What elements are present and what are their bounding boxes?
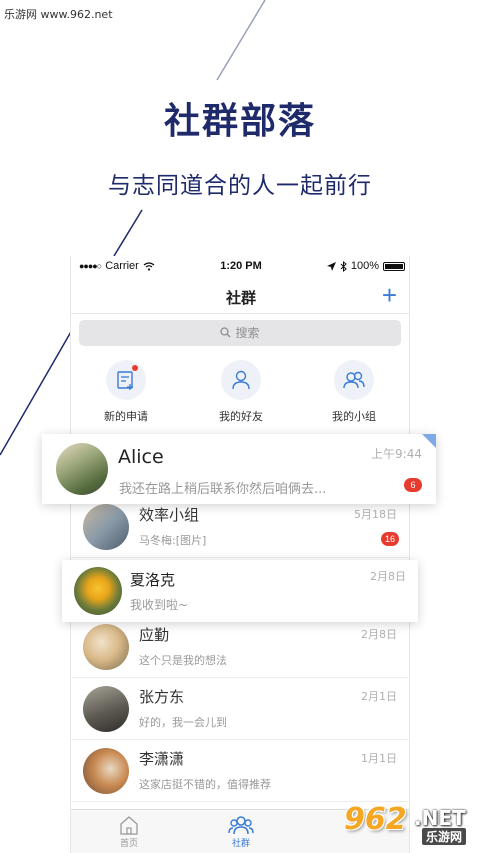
conversation-name: 效率小组 [139,506,200,524]
watermark-number: 962 [344,802,407,837]
conversation-row[interactable]: 应勤 这个只是我的想法 2月8日 [71,616,409,678]
corner-triangle [422,434,436,448]
conversation-row[interactable]: 李潇潇 这家店挺不错的，值得推荐 1月1日 [71,740,409,802]
new-request-button[interactable]: 新的申请 [71,360,181,424]
conversation-name: 应勤 [139,626,170,644]
quick-action-label: 新的申请 [104,410,148,423]
friend-icon [221,360,261,400]
featured-conversation-card[interactable]: 夏洛克 我收到啦~ 2月8日 [62,560,418,622]
avatar [83,686,129,732]
status-bar: ●●●●○ Carrier 1:20 PM 100% [71,256,409,278]
tab-community[interactable]: 社群 [201,814,281,849]
avatar [83,624,129,670]
search-icon [220,327,231,338]
search-placeholder: 搜索 [235,326,260,340]
tab-label: 社群 [231,839,250,849]
page-title: 社群 [225,289,256,307]
new-request-icon [106,360,146,400]
tab-home[interactable]: 首页 [89,814,169,849]
conversation-name: 张方东 [139,688,185,706]
conversation-time: 1月1日 [361,752,397,765]
site-watermark: 乐游网 www.962.net [4,8,113,21]
conversation-name: 夏洛克 [130,571,176,589]
notification-dot [132,365,138,371]
unread-badge: 6 [404,478,422,492]
avatar [74,567,122,615]
conversation-message: 我收到啦~ [130,598,189,612]
conversation-message: 这个只是我的想法 [139,654,227,667]
quick-action-label: 我的小组 [332,410,376,423]
phone-screen: ●●●●○ Carrier 1:20 PM 100% 社群 + 搜索 新的申请 … [70,256,410,853]
conversation-name: Alice [118,446,164,468]
home-icon [120,816,138,835]
avatar [83,504,129,550]
site-logo-watermark: 962 .NET 乐游网 [342,800,474,848]
featured-conversation-card[interactable]: Alice 我还在路上稍后联系你然后咱俩去... 上午9:44 6 [42,434,436,504]
battery-percent: 100% [350,260,379,272]
bluetooth-icon [340,260,347,272]
conversation-row[interactable]: 张方东 好的，我一会儿到 2月1日 [71,678,409,740]
nav-bar: 社群 + [71,278,409,314]
location-icon [326,261,336,271]
promo-title: 社群部落 [163,101,316,142]
conversation-message: 我还在路上稍后联系你然后咱俩去... [119,482,327,497]
battery-icon [383,261,405,271]
watermark-cn: 乐游网 [422,828,467,845]
my-friends-button[interactable]: 我的好友 [186,360,296,424]
conversation-row[interactable]: 效率小组 马冬梅:[图片] 5月18日 16 [71,496,409,558]
community-icon [228,816,254,835]
conversation-time: 上午9:44 [371,447,422,461]
tab-label: 首页 [119,839,138,849]
promo-subtitle: 与志同道合的人一起前行 [108,173,372,199]
plus-icon[interactable]: + [382,280,397,310]
conversation-time: 2月8日 [361,628,397,641]
conversation-message: 好的，我一会儿到 [139,716,227,729]
conversation-name: 李潇潇 [139,750,185,768]
search-input[interactable]: 搜索 [79,320,401,346]
conversation-time: 2月1日 [361,690,397,703]
quick-action-label: 我的好友 [219,410,263,423]
watermark-net: .NET [414,806,466,830]
conversation-time: 2月8日 [370,570,406,583]
my-groups-button[interactable]: 我的小组 [299,360,409,424]
unread-badge: 16 [380,532,399,546]
conversation-message: 马冬梅:[图片] [139,534,207,547]
avatar [56,443,108,495]
conversation-message: 这家店挺不错的，值得推荐 [139,778,271,791]
conversation-time: 5月18日 [354,508,397,521]
avatar [83,748,129,794]
group-icon [334,360,374,400]
